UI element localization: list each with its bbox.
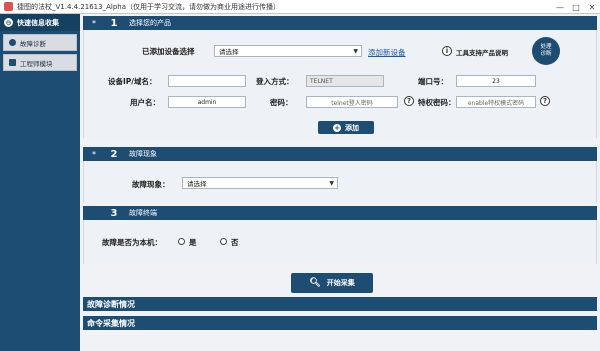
added-device-label: 已添加设备选择 <box>142 47 195 56</box>
section-header-terminal: 3 故障终端 <box>83 206 597 220</box>
section-title: 选择您的产品 <box>129 19 171 27</box>
grid-icon <box>9 59 16 66</box>
main-content: * 1 选择您的产品 已添加设备选择 请选择 ▼ 添加新设备 i 工具支持产品说… <box>80 14 600 351</box>
command-status-label: 命令采集情况 <box>87 318 135 328</box>
login-method-input[interactable]: TELNET <box>306 75 384 87</box>
add-device-link[interactable]: 添加新设备 <box>368 47 406 58</box>
info-icon[interactable]: i <box>442 46 452 56</box>
privilege-password-input[interactable]: enable特权模式密码 <box>456 96 536 108</box>
support-label[interactable]: 工具支持产品说明 <box>456 47 508 57</box>
app-icon <box>4 2 13 11</box>
device-select-value: 请选择 <box>219 48 239 56</box>
command-status-bar[interactable]: 命令采集情况 <box>83 316 597 330</box>
password-label: 密码： <box>270 98 293 107</box>
required-marker: * <box>92 18 96 28</box>
required-marker: * <box>92 149 96 159</box>
radio-no[interactable] <box>220 238 227 245</box>
symptom-select-value: 请选择 <box>187 180 207 188</box>
privilege-password-label: 特权密码： <box>418 98 456 107</box>
diagnosis-status-label: 故障诊断情况 <box>87 299 135 309</box>
diagnose-button[interactable]: 处理 诊断 <box>532 37 560 65</box>
diagnosis-status-bar[interactable]: 故障诊断情况 <box>83 297 597 311</box>
minimize-button[interactable]: — <box>552 0 568 14</box>
step-number: 3 <box>110 207 118 219</box>
sidebar-item-label: 故障诊断 <box>20 39 46 48</box>
window-controls: — □ ✕ <box>552 0 600 14</box>
ip-input[interactable] <box>168 75 246 87</box>
username-label: 用户名： <box>130 98 160 107</box>
chevron-down-icon: ▼ <box>329 180 334 187</box>
radio-no-label: 否 <box>231 238 239 247</box>
start-collect-button[interactable]: 🔍︎ 开始采集 <box>291 273 373 293</box>
sidebar-item-diagnosis[interactable]: 故障诊断 <box>3 34 77 51</box>
diagnose-button-label: 处理 诊断 <box>540 44 552 57</box>
privilege-help-icon[interactable]: ? <box>540 96 550 106</box>
start-collect-label: 开始采集 <box>326 279 355 287</box>
port-input[interactable]: 23 <box>456 75 536 87</box>
password-input[interactable]: telnet登入密码 <box>306 96 398 108</box>
product-panel: 已添加设备选择 请选择 ▼ 添加新设备 i 工具支持产品说明 处理 诊断 设备I… <box>83 30 597 138</box>
ip-label: 设备IP/域名： <box>108 77 157 86</box>
title-bar: 捷图的法杖_V1.4.4.21613_Alpha（仅用于学习交流，请勿做为商业用… <box>0 0 600 14</box>
symptom-label: 故障现象： <box>132 180 170 189</box>
chevron-down-icon: ▼ <box>353 48 358 55</box>
step-number: 2 <box>110 148 118 160</box>
step-number: 1 <box>110 17 118 29</box>
section-header-symptom: * 2 故障现象 <box>83 147 597 161</box>
symptom-panel: 故障现象： 请选择 ▼ <box>83 161 597 203</box>
heart-icon <box>9 39 16 46</box>
terminal-panel: 故障是否为本机： 是 否 <box>83 220 597 264</box>
radio-yes-label: 是 <box>189 238 197 247</box>
sidebar-header[interactable]: ⊖ 快速信息收集 <box>0 14 80 31</box>
password-help-icon[interactable]: ? <box>404 96 414 106</box>
sidebar-header-label: 快速信息收集 <box>17 18 59 27</box>
sidebar-item-label: 工程师模块 <box>20 59 53 68</box>
sidebar-item-engineer[interactable]: 工程师模块 <box>3 54 77 71</box>
section-title: 故障终端 <box>129 209 157 217</box>
add-button[interactable]: + 添加 <box>318 121 374 134</box>
collapse-icon: ⊖ <box>4 18 13 27</box>
username-input[interactable]: admin <box>168 96 246 108</box>
maximize-button[interactable]: □ <box>568 0 584 14</box>
symptom-select[interactable]: 请选择 ▼ <box>182 177 338 189</box>
plus-icon: + <box>333 123 341 132</box>
sidebar: ⊖ 快速信息收集 故障诊断 工程师模块 <box>0 14 80 351</box>
close-button[interactable]: ✕ <box>584 0 600 14</box>
section-header-product: * 1 选择您的产品 <box>83 16 597 30</box>
port-label: 端口号： <box>418 77 448 86</box>
device-select[interactable]: 请选择 ▼ <box>214 45 362 57</box>
section-title: 故障现象 <box>129 150 157 158</box>
radio-yes[interactable] <box>178 238 185 245</box>
login-method-label: 登入方式： <box>256 77 294 86</box>
is-local-label: 故障是否为本机： <box>102 238 162 247</box>
add-button-label: 添加 <box>345 123 359 132</box>
search-icon: 🔍︎ <box>309 278 321 288</box>
window-title: 捷图的法杖_V1.4.4.21613_Alpha（仅用于学习交流，请勿做为商业用… <box>17 2 280 11</box>
